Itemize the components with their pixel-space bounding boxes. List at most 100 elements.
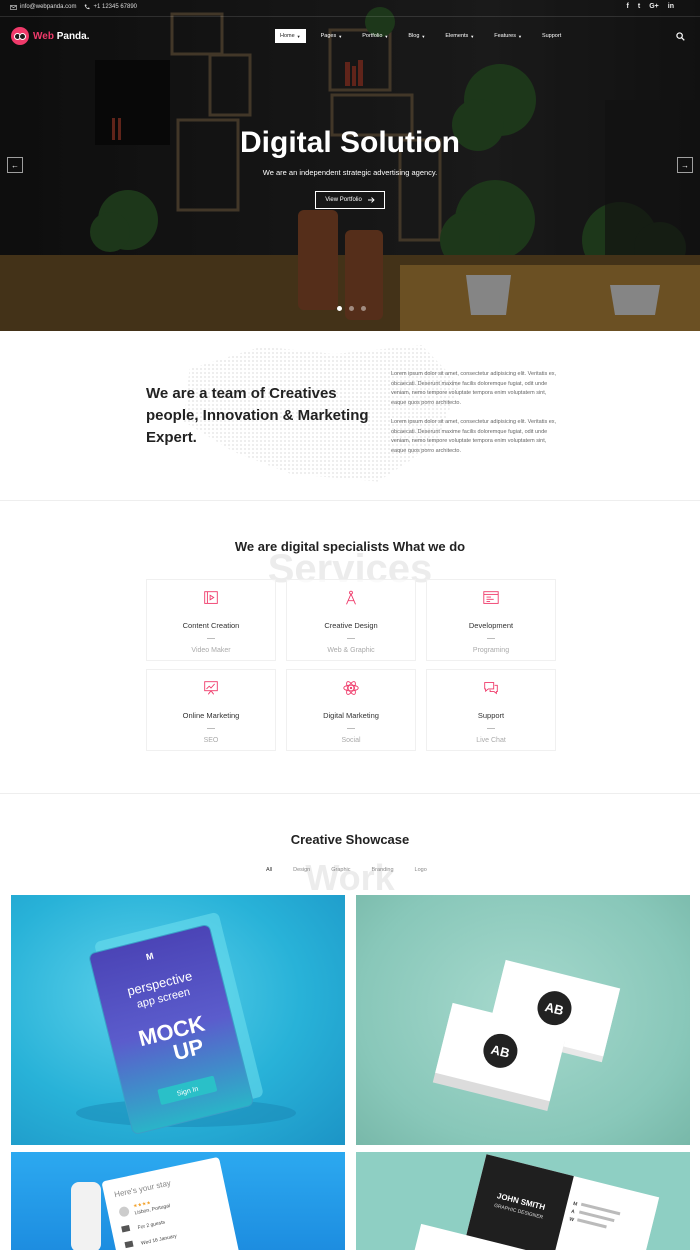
service-divider <box>487 638 495 639</box>
linkedin-icon[interactable]: in <box>668 3 674 10</box>
twitter-icon[interactable]: t <box>638 3 640 10</box>
filter-all[interactable]: All <box>266 867 272 873</box>
service-card-support[interactable]: Support Live Chat <box>426 669 556 751</box>
arrow-right-icon: → <box>681 160 689 170</box>
filter-graphic[interactable]: Graphic <box>331 867 350 873</box>
social-links: f t G+ in <box>627 3 674 10</box>
service-divider <box>487 728 495 729</box>
video-icon <box>204 591 218 604</box>
nav-item-label: Support <box>541 33 562 39</box>
service-name: Creative Design <box>324 621 378 630</box>
chart-board-icon <box>204 681 218 695</box>
services-heading: We are digital specialists What we do <box>234 539 466 554</box>
compass-icon <box>346 590 356 605</box>
caret-down-icon: ▼ <box>517 33 522 39</box>
caret-down-icon: ▼ <box>421 33 426 39</box>
service-card-development[interactable]: Development Programing <box>426 579 556 661</box>
arrow-left-icon: ← <box>11 160 19 170</box>
caret-down-icon: ▼ <box>470 33 475 39</box>
nav-item-elements[interactable]: Elements ▼ <box>440 29 479 43</box>
service-name: Digital Marketing <box>323 711 379 720</box>
nav-menu: Home ▼ Pages ▼ Portfolio ▼ Blog ▼ Elements ▼ Featu… <box>275 29 566 43</box>
service-divider <box>347 728 355 729</box>
slider-next-button[interactable]: → <box>677 157 693 173</box>
portfolio-filters: All Design Graphic Branding Logo <box>266 867 427 873</box>
nav-item-home[interactable]: Home ▼ <box>275 29 306 43</box>
service-name: Content Creation <box>182 621 240 630</box>
nav-item-blog[interactable]: Blog ▼ <box>403 29 430 43</box>
facebook-icon[interactable]: f <box>627 3 629 10</box>
email-contact[interactable]: info@webpanda.com <box>10 4 76 10</box>
service-subtitle: Web & Graphic <box>327 647 375 654</box>
about-paragraph-2: Lorem ipsum dolor sit amet, consectetur … <box>391 419 557 454</box>
main-navbar: Web Panda. Home ▼ Pages ▼ Portfolio ▼ Blog ▼ Ele… <box>0 24 700 50</box>
logo-text: Web Panda. <box>33 30 90 42</box>
work-background-word: Work <box>305 857 395 898</box>
phone-contact[interactable]: +1 12345 67890 <box>84 4 137 10</box>
portfolio-item-designer-cards[interactable]: JOHN SMITH GRAPHIC DESIGNER M A W <box>356 1152 690 1250</box>
contact-info: info@webpanda.com +1 12345 67890 <box>10 4 137 10</box>
filter-design[interactable]: Design <box>293 867 310 873</box>
slider-dot[interactable] <box>349 306 354 311</box>
nav-item-label: Home <box>280 33 295 39</box>
service-subtitle: Live Chat <box>476 737 506 744</box>
search-icon[interactable] <box>676 32 685 41</box>
envelope-icon <box>10 4 17 10</box>
chat-icon <box>484 682 498 695</box>
atom-icon <box>343 681 359 695</box>
app-mockup-image: M perspective app screen MOCK UP Sign In <box>76 912 296 1134</box>
work-heading: Creative Showcase <box>290 832 410 847</box>
browser-code-icon <box>483 591 499 604</box>
about-title: We are a team of Creatives people, Innov… <box>146 385 369 446</box>
filter-logo[interactable]: Logo <box>415 867 427 873</box>
top-bar: info@webpanda.com +1 12345 67890 f t G+ … <box>0 0 700 17</box>
slider-dot[interactable] <box>337 306 342 311</box>
phone-text: +1 12345 67890 <box>93 4 138 10</box>
site-logo[interactable]: Web Panda. <box>11 27 90 45</box>
about-section: We are a team of Creatives people, Innov… <box>0 331 700 501</box>
email-text: info@webpanda.com <box>20 4 77 10</box>
service-card-content-creation[interactable]: Content Creation Video Maker <box>146 579 276 661</box>
nav-item-features[interactable]: Features ▼ <box>489 29 527 43</box>
nav-item-label: Features <box>494 33 516 39</box>
nav-item-support[interactable]: Support <box>537 29 566 43</box>
slider-dots <box>337 306 366 311</box>
portfolio-item-business-cards[interactable]: AB AB <box>356 895 690 1145</box>
view-portfolio-label: View Portfolio <box>325 197 362 203</box>
service-card-creative-design[interactable]: Creative Design Web & Graphic <box>286 579 416 661</box>
service-subtitle: Programing <box>472 647 510 654</box>
service-name: Development <box>468 621 514 630</box>
nav-item-pages[interactable]: Pages ▼ <box>316 29 348 43</box>
portfolio-item-travel-app[interactable]: Here's your stay ★★★★ Lisbon, Portugal F… <box>11 1152 345 1250</box>
slider-prev-button[interactable]: ← <box>7 157 23 173</box>
nav-item-label: Pages <box>320 33 337 39</box>
service-subtitle: Social <box>341 737 361 744</box>
service-card-digital-marketing[interactable]: Digital Marketing Social <box>286 669 416 751</box>
hero-subtitle: We are an independent strategic advertis… <box>262 168 438 177</box>
service-name: Support <box>477 711 505 720</box>
about-paragraph-1: Lorem ipsum dolor sit amet, consectetur … <box>391 371 557 406</box>
nav-item-label: Elements <box>445 33 469 39</box>
nav-item-label: Portfolio <box>362 33 383 39</box>
service-subtitle: Video Maker <box>191 647 231 654</box>
travel-app-image: Here's your stay ★★★★ Lisbon, Portugal F… <box>71 1157 241 1250</box>
service-divider <box>207 728 215 729</box>
caret-down-icon: ▼ <box>384 33 389 39</box>
filter-branding[interactable]: Branding <box>372 867 394 873</box>
business-cards-image: AB AB <box>432 959 621 1111</box>
slider-dot[interactable] <box>361 306 366 311</box>
view-portfolio-button[interactable]: View Portfolio <box>315 191 385 209</box>
arrow-right-icon <box>367 197 375 203</box>
service-divider <box>347 638 355 639</box>
service-subtitle: SEO <box>203 737 219 744</box>
section-divider <box>0 500 700 501</box>
panda-logo-icon <box>11 27 29 45</box>
nav-item-portfolio[interactable]: Portfolio ▼ <box>357 29 393 43</box>
service-card-online-marketing[interactable]: Online Marketing SEO <box>146 669 276 751</box>
hero-slider: info@webpanda.com +1 12345 67890 f t G+ … <box>0 0 700 331</box>
hero-content: Digital Solution We are an independent s… <box>0 126 700 209</box>
caret-down-icon: ▼ <box>296 33 301 39</box>
service-name: Online Marketing <box>182 711 240 720</box>
google-plus-icon[interactable]: G+ <box>649 3 659 10</box>
portfolio-item-app-mockup[interactable]: M perspective app screen MOCK UP Sign In <box>11 895 345 1145</box>
